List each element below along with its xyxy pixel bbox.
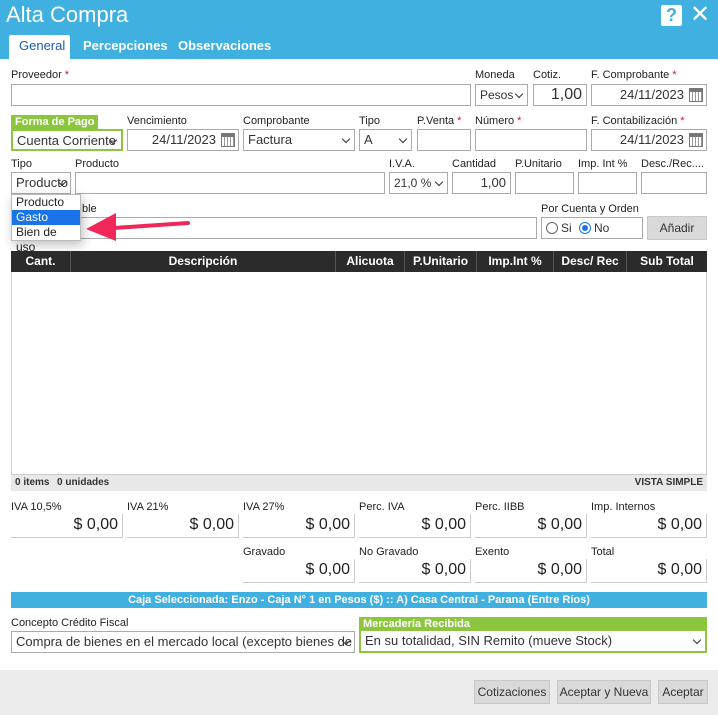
- f-contab-input[interactable]: 24/11/2023: [591, 129, 707, 151]
- cotizaciones-button[interactable]: Cotizaciones: [474, 680, 550, 704]
- item-tipo-label: Tipo: [11, 158, 32, 170]
- comprobante-label: Comprobante: [243, 115, 310, 127]
- window-title: Alta Compra: [6, 2, 129, 27]
- caja-seleccionada-bar: Caja Seleccionada: Enzo - Caja N° 1 en P…: [11, 592, 707, 608]
- iva-select[interactable]: 21,0 %: [389, 172, 448, 194]
- cotiz-label: Cotiz.: [533, 69, 562, 81]
- radio-si[interactable]: [546, 222, 558, 234]
- iva27-label: IVA 27%: [243, 501, 285, 513]
- item-tipo-dropdown: Producto Gasto Bien de uso: [11, 194, 81, 254]
- item-tipo-select[interactable]: Producto: [11, 172, 71, 194]
- radio-si-label: Si: [561, 221, 572, 235]
- impint-label: Imp. Int %: [578, 158, 628, 170]
- anadir-button[interactable]: Añadir: [647, 216, 707, 240]
- total-value: $ 0,00: [591, 559, 707, 583]
- numero-input[interactable]: [475, 129, 587, 151]
- col-cant[interactable]: Cant.: [11, 251, 71, 272]
- f-comprobante-label: F. Comprobante *: [591, 69, 677, 81]
- iva21-label: IVA 21%: [127, 501, 169, 513]
- iva-label: I.V.A.: [389, 158, 415, 170]
- total-label: Total: [591, 546, 615, 558]
- concepto-label: Concepto Crédito Fiscal: [11, 617, 129, 629]
- exento-label: Exento: [475, 546, 510, 558]
- tipo-label: Tipo: [359, 115, 380, 127]
- col-impint[interactable]: Imp.Int %: [477, 251, 554, 272]
- col-descripcion[interactable]: Descripción: [71, 251, 336, 272]
- punitario-label: P.Unitario: [515, 158, 562, 170]
- forma-pago-label: Forma de Pago: [11, 115, 99, 129]
- aceptar-button[interactable]: Aceptar: [658, 680, 708, 704]
- calendar-icon[interactable]: [689, 133, 703, 147]
- impint-input[interactable]: [578, 172, 637, 194]
- imp-internos-value: $ 0,00: [591, 514, 707, 538]
- perc-iibb-value: $ 0,00: [475, 514, 587, 538]
- iva105-label: IVA 10,5%: [11, 501, 62, 513]
- desc-label: Desc./Rec....: [641, 158, 704, 170]
- perc-iva-label: Perc. IVA: [359, 501, 405, 513]
- desc-input[interactable]: [641, 172, 707, 194]
- no-gravado-value: $ 0,00: [359, 559, 471, 583]
- view-mode-toggle[interactable]: VISTA SIMPLE: [635, 477, 703, 488]
- col-punitario[interactable]: P.Unitario: [405, 251, 477, 272]
- mercaderia-select[interactable]: En su totalidad, SIN Remito (mueve Stock…: [359, 631, 707, 653]
- cotiz-input[interactable]: 1,00: [533, 84, 587, 106]
- col-subtotal[interactable]: Sub Total: [627, 251, 707, 272]
- items-grid-footer: 0 items 0 unidades VISTA SIMPLE: [11, 475, 707, 491]
- close-icon[interactable]: ✕: [690, 2, 710, 28]
- arrow-annotation-icon: [86, 213, 190, 241]
- pventa-input[interactable]: [417, 129, 471, 151]
- por-cuenta-label: Por Cuenta y Orden: [541, 203, 639, 215]
- items-grid-header: Cant. Descripción Alicuota P.Unitario Im…: [11, 251, 707, 272]
- iva27-value: $ 0,00: [243, 514, 355, 538]
- dropdown-option-producto[interactable]: Producto: [12, 195, 80, 210]
- forma-pago-select[interactable]: Cuenta Corriente: [11, 129, 123, 151]
- comprobante-select[interactable]: Factura: [243, 129, 355, 151]
- perc-iva-value: $ 0,00: [359, 514, 471, 538]
- proveedor-input[interactable]: [11, 84, 471, 106]
- aceptar-y-nueva-button[interactable]: Aceptar y Nueva: [557, 680, 651, 704]
- vencimiento-label: Vencimiento: [127, 115, 187, 127]
- por-cuenta-radios: Si No: [541, 217, 643, 239]
- cantidad-label: Cantidad: [452, 158, 497, 170]
- vencimiento-input[interactable]: 24/11/2023: [127, 129, 239, 151]
- numero-label: Número *: [475, 115, 522, 127]
- calendar-icon[interactable]: [221, 133, 235, 147]
- tipo-select[interactable]: A: [359, 129, 412, 151]
- producto-label: Producto: [75, 158, 120, 170]
- producto-input[interactable]: [75, 172, 385, 194]
- cantidad-input[interactable]: 1,00: [452, 172, 511, 194]
- moneda-select[interactable]: Pesos: [475, 84, 528, 106]
- proveedor-label: Proveedor *: [11, 69, 70, 81]
- items-count: 0 items: [15, 477, 50, 488]
- perc-iibb-label: Perc. IIBB: [475, 501, 525, 513]
- dropdown-option-gasto[interactable]: Gasto: [12, 210, 80, 225]
- tab-observaciones[interactable]: Observaciones: [168, 35, 281, 59]
- concepto-select[interactable]: Compra de bienes en el mercado local (ex…: [11, 631, 355, 653]
- dropdown-option-bien-de-uso[interactable]: Bien de uso: [12, 225, 80, 254]
- pventa-label: P.Venta *: [417, 115, 462, 127]
- tab-general[interactable]: General: [9, 35, 70, 59]
- iva105-value: $ 0,00: [11, 514, 123, 538]
- radio-no[interactable]: [579, 222, 592, 234]
- gravado-label: Gravado: [243, 546, 286, 558]
- gravado-value: $ 0,00: [243, 559, 355, 583]
- imp-internos-label: Imp. Internos: [591, 501, 656, 513]
- tab-percepciones[interactable]: Percepciones: [73, 35, 178, 59]
- punitario-input[interactable]: [515, 172, 574, 194]
- exento-value: $ 0,00: [475, 559, 587, 583]
- help-icon[interactable]: ?: [661, 5, 682, 26]
- f-comprobante-input[interactable]: 24/11/2023: [591, 84, 707, 106]
- moneda-label: Moneda: [475, 69, 515, 81]
- items-grid-body: [11, 272, 707, 475]
- col-desc-rec[interactable]: Desc/ Rec: [554, 251, 627, 272]
- iva21-value: $ 0,00: [127, 514, 239, 538]
- radio-no-label: No: [594, 221, 610, 235]
- col-alicuota[interactable]: Alicuota: [336, 251, 405, 272]
- f-contab-label: F. Contabilización *: [591, 115, 685, 127]
- mercaderia-label: Mercadería Recibida: [359, 617, 707, 631]
- units-count: 0 unidades: [57, 477, 110, 488]
- no-gravado-label: No Gravado: [359, 546, 419, 558]
- calendar-icon[interactable]: [689, 88, 703, 102]
